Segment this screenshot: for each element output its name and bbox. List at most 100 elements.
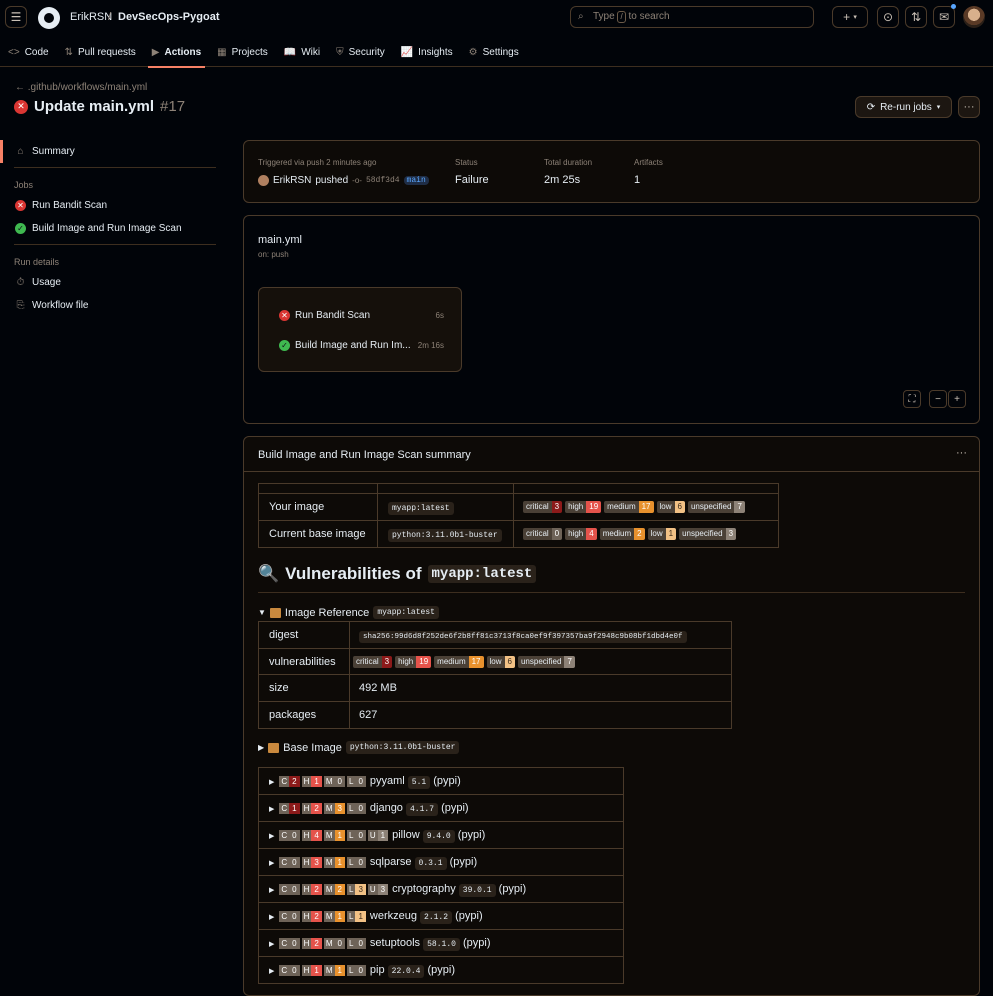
github-logo-icon[interactable] (38, 7, 60, 29)
hamburger-menu-icon[interactable]: ☰ (5, 6, 27, 28)
triangle-right-icon: ▶ (269, 860, 275, 867)
success-icon: ✓ (279, 340, 290, 351)
tab-insights[interactable]: 📈 Insights (393, 38, 461, 67)
low-badge: low 6 (486, 655, 515, 668)
more-options-button[interactable]: ··· (958, 96, 980, 118)
package-row[interactable]: ▶ C 0 H 1 M 1 L 0 pip 22.0.4 (pypi) (258, 956, 624, 984)
package-version: 39.0.1 (458, 884, 496, 897)
workflow-back-link[interactable]: ← .github/workflows/main.yml (15, 82, 147, 93)
package-ecosystem: (pypi) (433, 775, 461, 787)
sidebar-item-label: Build Image and Run Image Scan (32, 223, 182, 234)
failure-icon: ✕ (279, 310, 290, 321)
package-ecosystem: (pypi) (449, 856, 478, 868)
package-row[interactable]: ▶ C 0 H 4 M 1 L 0 U 1 pillow 9.4.0 (pypi) (258, 821, 624, 849)
commit-sha[interactable]: 58df3d4 (366, 176, 400, 185)
sidebar-item-summary[interactable]: ⌂ Summary (0, 140, 230, 163)
package-version: 0.3.1 (414, 857, 447, 870)
base-image-toggle[interactable]: ▶ Base Image python:3.11.0b1-buster (258, 741, 460, 754)
high-badge: high 4 (565, 528, 597, 541)
image-comparison-table: Your image myapp:latest critical 3 high 19 m… (258, 483, 779, 548)
tab-wiki[interactable]: 📖 Wiki (276, 38, 328, 67)
vulnerabilities-heading: 🔍 Vulnerabilities of myapp:latest (258, 564, 537, 584)
search-input[interactable]: ⌕ Type / to search (570, 6, 814, 28)
job-run-bandit-scan[interactable]: ✕ Run Bandit Scan 6s (279, 310, 444, 321)
vulnerabilities-label: vulnerabilities (258, 648, 350, 675)
zoom-out-icon[interactable]: − (929, 390, 947, 408)
tab-security[interactable]: ⛨ Security (328, 38, 393, 67)
package-row[interactable]: ▶ C 0 H 3 M 1 L 0 sqlparse 0.3.1 (pypi) (258, 848, 624, 876)
package-version: 5.1 (407, 776, 431, 789)
severity-count-badge: M0 (323, 775, 345, 787)
fullscreen-icon[interactable]: ⛶ (903, 390, 921, 408)
sidebar-item-label: Usage (32, 277, 61, 288)
tab-pull-requests[interactable]: ⇅ Pull requests (57, 38, 144, 67)
repo-name-link[interactable]: DevSecOps-Pygoat (118, 11, 219, 23)
package-icon (268, 742, 280, 753)
search-placeholder-pre: Type (593, 11, 615, 22)
unspecified-badge: unspecified 3 (679, 528, 737, 541)
high-badge: high 19 (565, 501, 602, 514)
commit-icon: -o- (352, 176, 362, 185)
image-reference-label: Image Reference (284, 606, 370, 619)
notification-dot (951, 4, 956, 9)
inbox-icon[interactable]: ✉ (933, 6, 955, 28)
sidebar-item-run-bandit-scan[interactable]: ✕ Run Bandit Scan (0, 194, 230, 217)
sidebar-item-usage[interactable]: ⏱ Usage (0, 271, 230, 294)
package-name: werkzeug (369, 910, 417, 922)
play-icon: ▶ (151, 47, 160, 58)
size-label: size (258, 674, 350, 702)
severity-count-badge: C2 (279, 775, 300, 787)
severity-count-badge: M1 (323, 829, 345, 841)
search-icon: ⌕ (578, 11, 584, 22)
avatar[interactable] (963, 6, 985, 28)
code-icon: <> (8, 47, 20, 58)
package-name: pillow (392, 829, 420, 841)
tab-settings[interactable]: ⚙ Settings (461, 38, 527, 67)
kebab-icon[interactable]: ··· (956, 447, 967, 459)
package-name: sqlparse (369, 856, 412, 868)
severity-count-badge: C0 (279, 937, 300, 949)
package-row[interactable]: ▶ C 0 H 2 M 0 L 0 setuptools 58.1.0 (pypi) (258, 929, 624, 957)
tab-label: Insights (418, 47, 453, 58)
severity-count-badge: C0 (279, 829, 300, 841)
zoom-in-icon[interactable]: + (948, 390, 966, 408)
avatar (258, 175, 269, 186)
sidebar-item-label: Summary (32, 146, 75, 157)
severity-count-badge: L0 (346, 802, 366, 814)
package-row[interactable]: ▶ C 0 H 2 M 1 L 1 werkzeug 2.1.2 (pypi) (258, 902, 624, 930)
kebab-icon: ··· (963, 101, 975, 113)
package-row[interactable]: ▶ C 1 H 2 M 3 L 0 django 4.1.7 (pypi) (258, 794, 624, 822)
package-name: setuptools (369, 937, 421, 949)
severity-count-badge: H2 (301, 937, 322, 949)
package-row[interactable]: ▶ C 2 H 1 M 0 L 0 pyyaml 5.1 (pypi) (258, 767, 624, 795)
artifacts-label: Artifacts (634, 158, 663, 167)
triangle-down-icon: ▼ (258, 608, 266, 617)
pusher-name[interactable]: ErikRSN (273, 175, 311, 186)
chevron-down-icon: ▾ (936, 104, 941, 111)
package-cell: ▶ C 0 H 1 M 1 L 0 pip 22.0.4 (pypi) (258, 956, 624, 984)
tab-code[interactable]: <> Code (0, 38, 57, 67)
sidebar-item-build-image[interactable]: ✓ Build Image and Run Image Scan (0, 217, 230, 240)
image-reference-toggle[interactable]: ▼ Image Reference myapp:latest (258, 606, 439, 619)
package-ecosystem: (pypi) (427, 964, 456, 976)
create-new-button[interactable]: + ▾ (832, 6, 868, 28)
rerun-jobs-button[interactable]: ⟳ Re-run jobs ▾ (855, 96, 952, 118)
package-row[interactable]: ▶ C 0 H 2 M 2 L 3 U 3 cryptography 39.0.1 (pypi) (258, 875, 624, 903)
tab-projects[interactable]: ▦ Projects (209, 38, 276, 67)
severity-count-badge: H2 (301, 910, 322, 922)
issues-icon[interactable]: ⊙ (877, 6, 899, 28)
unspecified-badge: unspecified 7 (687, 501, 745, 514)
sidebar-item-workflow-file[interactable]: ⎘ Workflow file (0, 294, 230, 317)
severity-count-badge: M1 (323, 964, 345, 976)
repo-owner-link[interactable]: ErikRSN (70, 11, 112, 23)
run-sidebar: ⌂ Summary Jobs ✕ Run Bandit Scan ✓ Build Im… (0, 140, 230, 317)
failure-icon: ✕ (14, 99, 28, 114)
job-build-image[interactable]: ✓ Build Image and Run Im... 2m 16s (279, 340, 444, 351)
branch-badge[interactable]: main (403, 176, 429, 185)
push-info: ErikRSN pushed -o- 58df3d4 main (258, 175, 429, 186)
pull-requests-icon[interactable]: ⇅ (905, 6, 927, 28)
packages-label: packages (258, 701, 350, 729)
tab-actions[interactable]: ▶ Actions (144, 38, 209, 68)
severity-count-badge: C1 (279, 802, 300, 814)
job-name: Build Image and Run Im... (295, 340, 411, 351)
